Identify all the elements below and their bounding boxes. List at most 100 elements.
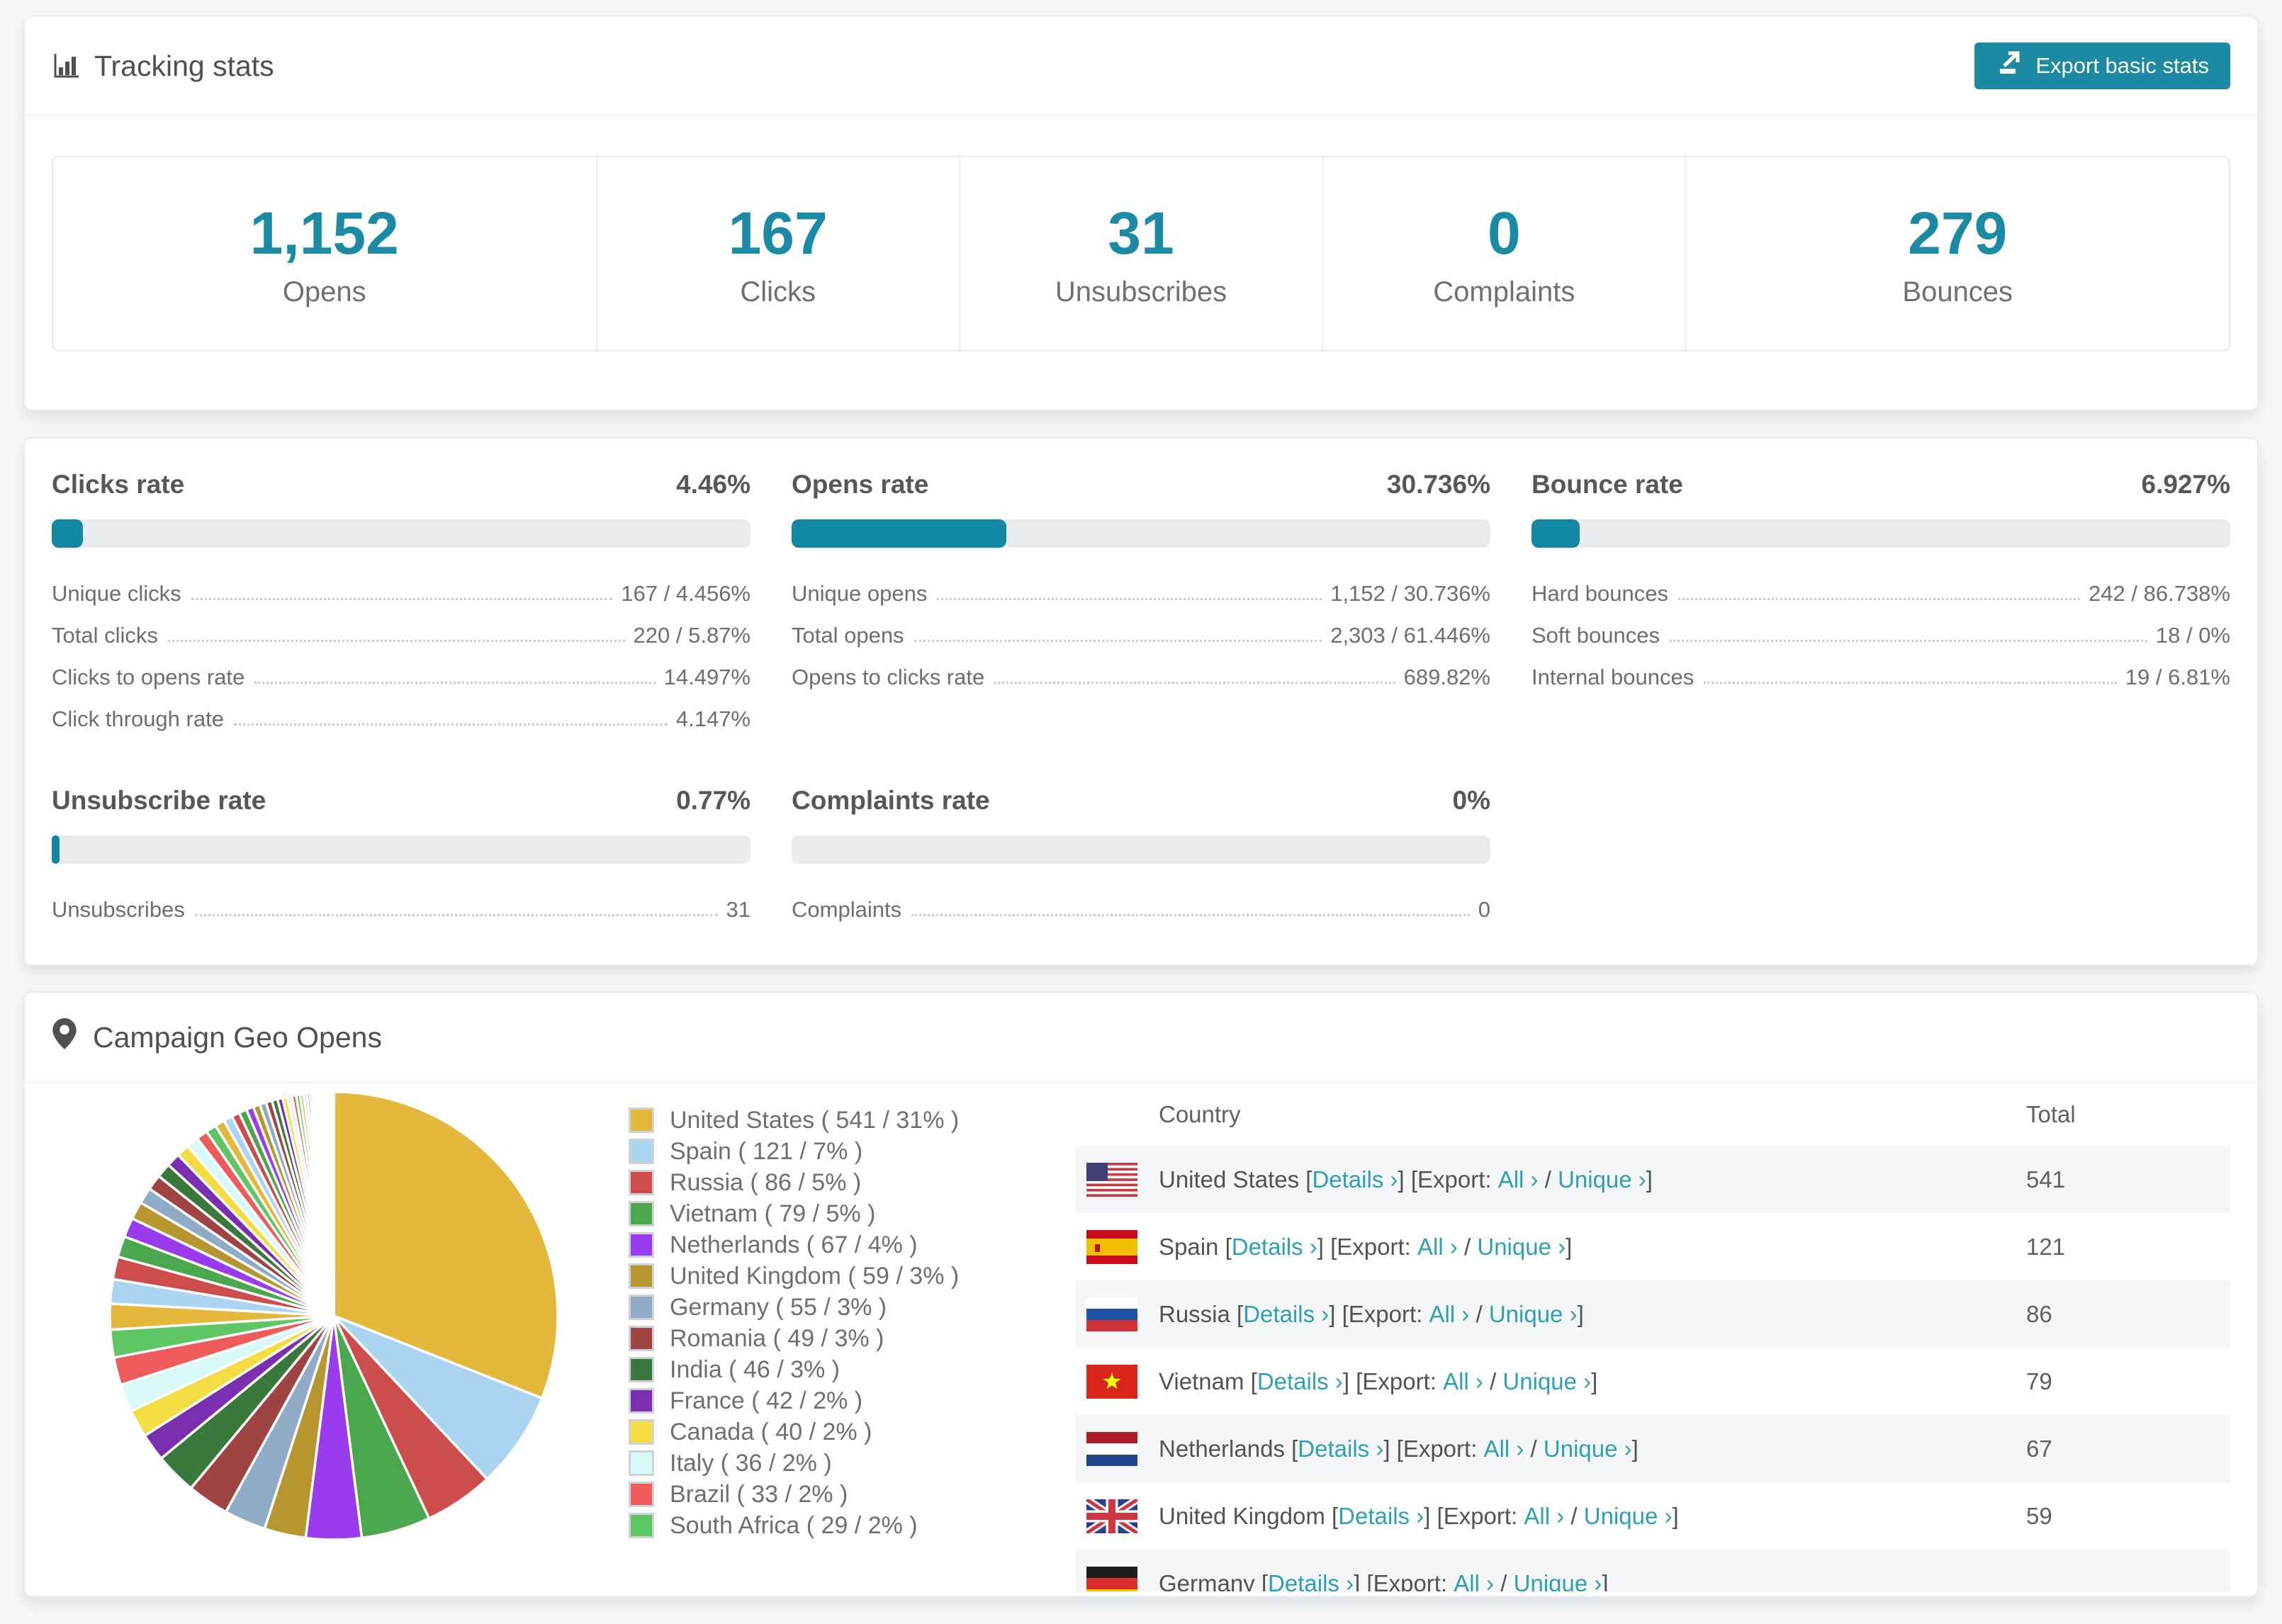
vn-flag-icon — [1086, 1364, 1137, 1399]
legend-item-italy: Italy ( 36 / 2% ) — [629, 1448, 1054, 1479]
stat-bounces: 279 Bounces — [1685, 157, 2229, 350]
legend-label: Romania ( 49 / 3% ) — [670, 1324, 884, 1352]
geo-table-row-netherlands: Netherlands [Details ›] [Export: All › /… — [1075, 1415, 2230, 1482]
legend-swatch — [629, 1482, 654, 1507]
export-unique-link[interactable]: Unique › — [1489, 1301, 1578, 1328]
rate-detail-value: 0 — [1478, 897, 1490, 922]
rate-detail-row: Unique opens 1,152 / 30.736% — [792, 565, 1490, 607]
geo-table-row-united-states: United States [Details ›] [Export: All ›… — [1075, 1146, 2230, 1213]
legend-swatch — [629, 1357, 654, 1382]
country-name: Germany — [1159, 1569, 1261, 1592]
export-unique-link[interactable]: Unique › — [1514, 1570, 1602, 1592]
country-name: Vietnam — [1159, 1368, 1251, 1394]
rate-detail-value: 167 / 4.456% — [621, 581, 751, 606]
rate-detail-label: Complaints — [792, 897, 902, 922]
total-cell: 86 — [2026, 1300, 2052, 1327]
country-name: United States — [1159, 1166, 1306, 1192]
rate-block-bounce-rate: Bounce rate 6.927% Hard bounces 242 / 86.73… — [1531, 470, 2230, 732]
stat-complaints: 0 Complaints — [1322, 157, 1685, 350]
rate-detail-label: Soft bounces — [1531, 623, 1660, 648]
rate-progress-fill — [1531, 519, 1580, 548]
stat-value: 31 — [1108, 200, 1174, 266]
details-link[interactable]: Details › — [1298, 1436, 1383, 1462]
export-all-link[interactable]: All › — [1498, 1166, 1539, 1193]
rate-title: Clicks rate — [52, 470, 185, 499]
bracket: [ — [1261, 1569, 1269, 1592]
stat-value: 1,152 — [249, 200, 399, 266]
export-unique-link[interactable]: Unique › — [1477, 1234, 1566, 1261]
rate-detail-row: Unique clicks 167 / 4.456% — [52, 565, 751, 607]
legend-item-netherlands: Netherlands ( 67 / 4% ) — [629, 1229, 1054, 1261]
rate-progress-track — [52, 835, 751, 864]
details-link[interactable]: Details › — [1243, 1301, 1329, 1328]
country-cell: Germany [Details ›] [Export: All › / Uni… — [1075, 1566, 2026, 1592]
export-unique-link[interactable]: Unique › — [1544, 1436, 1632, 1462]
legend-swatch — [629, 1295, 654, 1320]
link-separator: / — [1469, 1300, 1489, 1327]
export-unique-link[interactable]: Unique › — [1584, 1503, 1673, 1530]
rates-grid: Clicks rate 4.46% Unique clicks 167 / 4.456… — [25, 439, 2257, 954]
dotted-leader — [911, 914, 1470, 916]
rate-block-complaints-rate: Complaints rate 0% Complaints 0 — [792, 786, 1490, 923]
campaign-geo-opens-card: Campaign Geo Opens United States ( 541 /… — [23, 991, 2259, 1597]
rate-detail-value: 2,303 / 61.446% — [1330, 623, 1490, 648]
rate-value: 6.927% — [2141, 470, 2231, 499]
export-prefix: ] [Export: — [1424, 1502, 1524, 1529]
rate-detail-label: Click through rate — [52, 706, 224, 731]
dotted-leader — [194, 914, 718, 916]
legend-item-united-kingdom: United Kingdom ( 59 / 3% ) — [629, 1261, 1054, 1292]
details-link[interactable]: Details › — [1268, 1570, 1354, 1592]
rate-detail-value: 220 / 5.87% — [633, 623, 751, 648]
rate-detail-value: 18 / 0% — [2155, 623, 2230, 648]
bracket: ] — [1602, 1569, 1609, 1592]
export-all-link[interactable]: All › — [1524, 1503, 1564, 1530]
export-all-link[interactable]: All › — [1417, 1234, 1458, 1261]
country-name: Netherlands — [1159, 1435, 1292, 1462]
link-separator: / — [1564, 1502, 1584, 1529]
legend-item-germany: Germany ( 55 / 3% ) — [629, 1292, 1054, 1323]
legend-item-spain: Spain ( 121 / 7% ) — [629, 1136, 1054, 1167]
legend-label: Italy ( 36 / 2% ) — [670, 1449, 832, 1477]
legend-item-south-africa: South Africa ( 29 / 2% ) — [629, 1510, 1054, 1541]
export-all-link[interactable]: All › — [1443, 1368, 1483, 1395]
details-link[interactable]: Details › — [1338, 1503, 1424, 1530]
total-cell: 59 — [2026, 1502, 2052, 1529]
details-link[interactable]: Details › — [1232, 1234, 1317, 1261]
bracket: ] — [1646, 1166, 1653, 1192]
stats-row: 1,152 Opens 167 Clicks 31 Unsubscribes 0 Compla… — [52, 156, 2230, 351]
legend-item-brazil: Brazil ( 33 / 2% ) — [629, 1479, 1054, 1510]
dotted-leader — [167, 640, 625, 642]
dotted-leader — [254, 682, 656, 684]
stat-label: Clicks — [740, 276, 816, 308]
export-all-link[interactable]: All › — [1429, 1301, 1469, 1328]
details-link[interactable]: Details › — [1312, 1166, 1398, 1193]
dotted-leader — [994, 682, 1395, 684]
legend-swatch — [629, 1263, 654, 1289]
details-link[interactable]: Details › — [1257, 1368, 1343, 1395]
export-all-link[interactable]: All › — [1454, 1570, 1494, 1592]
rate-block-clicks-rate: Clicks rate 4.46% Unique clicks 167 / 4.456… — [52, 470, 751, 732]
rate-block-opens-rate: Opens rate 30.736% Unique opens 1,152 / 30.… — [792, 470, 1490, 732]
legend-swatch — [629, 1513, 654, 1538]
geo-card-title: Campaign Geo Opens — [93, 1020, 382, 1054]
rate-detail-label: Total clicks — [52, 623, 158, 648]
export-all-link[interactable]: All › — [1484, 1436, 1524, 1462]
rate-detail-row: Clicks to opens rate 14.497% — [52, 648, 751, 690]
export-unique-link[interactable]: Unique › — [1502, 1368, 1591, 1395]
export-unique-link[interactable]: Unique › — [1558, 1166, 1646, 1193]
dotted-leader — [191, 598, 613, 600]
country-cell: United States [Details ›] [Export: All ›… — [1075, 1162, 2026, 1197]
total-cell: 67 — [2026, 1435, 2052, 1462]
rate-progress-track — [1531, 519, 2230, 548]
dotted-leader — [1678, 598, 2081, 600]
legend-item-vietnam: Vietnam ( 79 / 5% ) — [629, 1198, 1054, 1229]
stat-value: 0 — [1487, 200, 1521, 266]
legend-swatch — [629, 1170, 654, 1195]
stat-clicks: 167 Clicks — [595, 157, 959, 350]
link-separator: / — [1538, 1166, 1558, 1192]
rate-detail-label: Total opens — [792, 623, 904, 648]
export-basic-stats-button[interactable]: Export basic stats — [1974, 43, 2230, 89]
rate-value: 30.736% — [1386, 470, 1490, 499]
legend-item-russia: Russia ( 86 / 5% ) — [629, 1167, 1054, 1198]
legend-label: France ( 42 / 2% ) — [670, 1387, 863, 1414]
